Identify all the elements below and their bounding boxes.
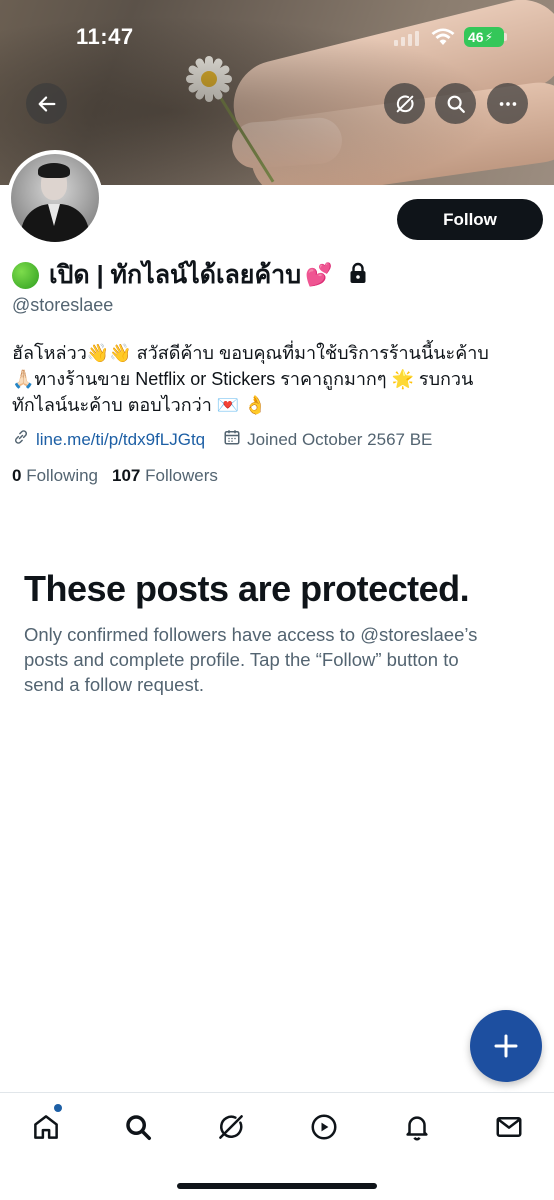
joined-date: Joined October 2567 BE (247, 429, 433, 449)
search-icon (447, 95, 465, 113)
nav-search[interactable] (120, 1109, 156, 1145)
green-circle-emoji (12, 261, 39, 289)
search-icon (126, 1115, 151, 1140)
avatar[interactable] (7, 150, 103, 246)
home-unread-dot (54, 1104, 62, 1112)
following-stat[interactable]: 0 Following (12, 466, 98, 486)
protected-line: send a follow request. (24, 674, 204, 695)
hearts-emoji: 💕 (305, 262, 333, 287)
battery-level: 46 (468, 29, 484, 45)
more-button[interactable] (487, 83, 528, 124)
followers-count: 107 (112, 466, 141, 485)
battery-indicator: 46 ⚡ (464, 27, 504, 47)
nav-home[interactable] (28, 1109, 64, 1145)
grok-icon (396, 95, 413, 112)
profile-link[interactable]: line.me/ti/p/tdx9fLJGtq (36, 430, 205, 450)
followers-stat[interactable]: 107 Followers (112, 466, 218, 486)
avatar-image (11, 154, 99, 242)
home-indicator (177, 1183, 377, 1189)
protected-line: posts and complete profile. Tap the “Fol… (24, 649, 459, 670)
protected-description: Only confirmed followers have access to … (24, 622, 544, 697)
plus-icon (494, 1034, 518, 1058)
bio-line: ฮัลโหล่วว👋👋 สวัสดีค้าบ ขอบคุณที่มาใช้บริ… (12, 343, 489, 363)
following-count: 0 (12, 466, 22, 485)
nav-grok[interactable] (213, 1109, 249, 1145)
profile-bio: ฮัลโหล่วว👋👋 สวัสดีค้าบ ขอบคุณที่มาใช้บริ… (12, 340, 542, 418)
protected-line: Only confirmed followers have access to … (24, 624, 478, 645)
grok-icon (219, 1115, 243, 1139)
profile-meta: line.me/ti/p/tdx9fLJGtq Joined October 2… (12, 428, 432, 451)
display-name-text: เปิด | ทักไลน์ได้เลยค้าบ (49, 261, 302, 289)
followers-label: Followers (145, 466, 218, 485)
link-icon (12, 428, 30, 451)
battery-cap (504, 33, 507, 41)
wifi-icon (430, 27, 456, 52)
back-arrow-icon (38, 95, 55, 112)
profile-handle: @storeslaee (12, 295, 114, 315)
bio-line: ทักไลน์นะค้าบ ตอบไวกว่า 💌 👌 (12, 395, 267, 415)
nav-notifications[interactable] (399, 1109, 435, 1145)
grok-button[interactable] (384, 83, 425, 124)
compose-button[interactable] (470, 1010, 542, 1082)
search-button[interactable] (435, 83, 476, 124)
display-name: เปิด | ทักไลน์ได้เลยค้าบ 💕 (12, 255, 367, 295)
follow-button[interactable]: Follow (397, 199, 543, 240)
more-icon (499, 101, 516, 106)
status-time: 11:47 (76, 24, 134, 49)
protected-title: These posts are protected. (24, 568, 470, 609)
follow-stats: 0 Following 107 Followers (12, 466, 218, 486)
home-icon (34, 1115, 58, 1139)
calendar-icon (223, 428, 241, 451)
charging-icon: ⚡ (484, 30, 494, 44)
back-button[interactable] (26, 83, 67, 124)
nav-video[interactable] (306, 1109, 342, 1145)
bio-line: 🙏🏻ทางร้านขาย Netflix or Stickers ราคาถูก… (12, 369, 474, 389)
nav-messages[interactable] (491, 1109, 527, 1145)
lock-icon (349, 262, 367, 289)
signal-icon (394, 31, 419, 46)
mail-icon (496, 1117, 522, 1137)
video-icon (311, 1114, 337, 1140)
bell-icon (406, 1116, 428, 1141)
following-label: Following (26, 466, 99, 485)
